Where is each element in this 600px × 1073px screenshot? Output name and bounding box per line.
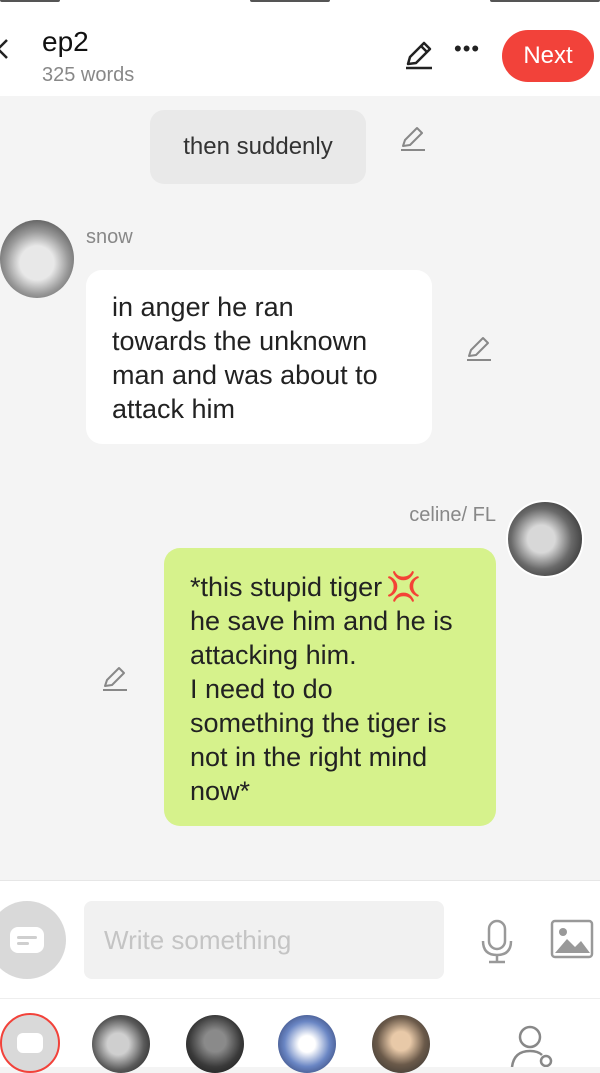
- character-avatar[interactable]: [92, 1015, 150, 1073]
- pencil-icon[interactable]: [464, 334, 494, 364]
- episode-title: ep2: [42, 26, 89, 57]
- character-avatar[interactable]: [372, 1015, 430, 1073]
- avatar[interactable]: [506, 500, 584, 578]
- narration-toggle-button[interactable]: [0, 901, 66, 979]
- microphone-icon[interactable]: [480, 919, 514, 965]
- message-text: *this stupid tiger 💢 he save him and he i…: [190, 570, 490, 808]
- message-text-rest: he save him and he is attacking him. I n…: [190, 606, 453, 806]
- message-text: in anger he ran towards the unknown man …: [112, 292, 378, 424]
- avatar[interactable]: [0, 220, 74, 298]
- character-settings-icon[interactable]: [510, 1025, 556, 1067]
- word-count: 325 words: [42, 64, 135, 86]
- character-bar: [0, 998, 600, 1073]
- more-dots-icon[interactable]: •••: [454, 38, 480, 60]
- pencil-icon[interactable]: [398, 124, 428, 154]
- speaker-name: snow: [86, 226, 133, 248]
- image-icon[interactable]: [550, 919, 594, 959]
- editor-header: ep2 325 words ••• Next: [0, 8, 600, 96]
- character-avatar[interactable]: [186, 1015, 244, 1073]
- message-bubble-incoming[interactable]: in anger he ran towards the unknown man …: [86, 270, 432, 444]
- status-bar: [0, 0, 600, 8]
- next-button[interactable]: Next: [502, 30, 594, 82]
- character-avatar[interactable]: [278, 1015, 336, 1073]
- chat-bubble-icon: [17, 1033, 43, 1053]
- pencil-icon[interactable]: [402, 38, 436, 72]
- chevron-left-icon[interactable]: [0, 38, 10, 60]
- input-bar: [0, 880, 600, 999]
- chat-bubble-icon: [10, 927, 44, 953]
- pencil-icon[interactable]: [100, 664, 130, 694]
- speaker-name: celine/ FL: [409, 504, 496, 526]
- anger-symbol-icon: 💢: [386, 571, 421, 602]
- narrator-character[interactable]: [0, 1013, 60, 1073]
- message-text-line: *this stupid tiger: [190, 572, 383, 602]
- message-input[interactable]: [84, 901, 444, 979]
- narration-bubble[interactable]: then suddenly: [150, 110, 366, 184]
- message-bubble-outgoing[interactable]: *this stupid tiger 💢 he save him and he i…: [164, 548, 496, 826]
